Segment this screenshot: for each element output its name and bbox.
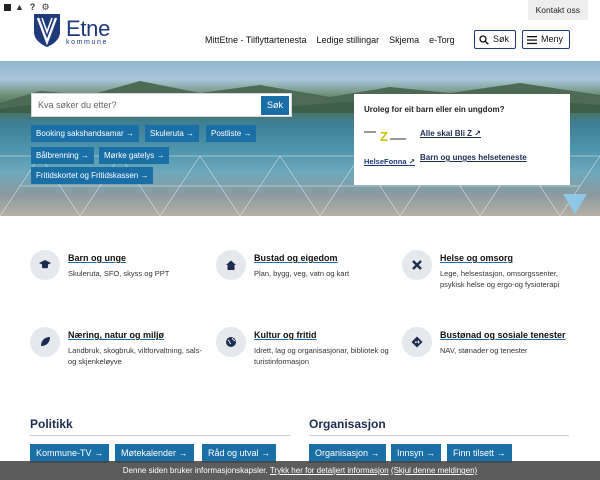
search-button[interactable]: Søk — [474, 30, 517, 49]
service-title[interactable]: Kultur og fritid — [254, 330, 317, 340]
brand-subtitle: kommune — [66, 39, 108, 46]
service-title[interactable]: Næring, natur og miljø — [68, 330, 164, 340]
help-icon[interactable]: ? — [28, 3, 37, 12]
accessibility-icon[interactable]: ▲ — [15, 3, 24, 12]
utility-icons: ▲ ? ⚙ — [4, 3, 50, 12]
coat-of-arms-icon[interactable] — [32, 12, 62, 48]
quick-link-postliste[interactable]: Postliste → — [206, 125, 257, 142]
hero-banner: Søk Booking sakshandsamar → Skuleruta → … — [0, 61, 600, 216]
service-title[interactable]: Bustad og eigedom — [254, 253, 338, 263]
service-desc: Skuleruta, SFO, skyss og PPT — [68, 269, 170, 278]
panel-title: Uroleg for eit barn eller ein ungdom? — [364, 105, 505, 114]
cookie-text: Denne siden bruker informasjonskapsler. — [122, 466, 268, 475]
service-title[interactable]: Helse og omsorg — [440, 253, 513, 263]
cookie-dismiss-link[interactable]: (Skjul denne meldingen) — [391, 466, 477, 475]
direction-icon — [402, 327, 432, 357]
service-desc: Idrett, lag og organisasjonar, bibliotek… — [254, 346, 389, 366]
main-nav: MittEtne - Tilflyttartenesta Ledige stil… — [205, 35, 455, 45]
house-icon — [216, 250, 246, 280]
contact-button[interactable]: Kontakt oss — [527, 0, 588, 20]
svg-text:Z: Z — [380, 129, 388, 143]
nav-item-stillingar[interactable]: Ledige stillingar — [317, 35, 380, 45]
nav-item-mittetne[interactable]: MittEtne - Tilflyttartenesta — [205, 35, 307, 45]
medical-icon — [402, 250, 432, 280]
nav-item-skjema[interactable]: Skjema — [389, 35, 419, 45]
search-button-label: Søk — [493, 34, 510, 44]
external-link-icon: ↗ — [474, 129, 481, 138]
search-submit-button[interactable]: Søk — [261, 96, 289, 115]
link-barn-helseteneste[interactable]: Barn og unges helseteneste — [420, 153, 527, 162]
link-bli-z[interactable]: Alle skal Bli Z ↗ — [420, 129, 481, 138]
menu-button-label: Meny — [541, 34, 564, 44]
service-desc: NAV, stønader og tenester — [440, 346, 528, 355]
service-desc: Lege, helsestasjon, omsorgssenter, psyki… — [440, 269, 560, 289]
settings-icon[interactable]: ⚙ — [41, 3, 50, 12]
graduation-cap-icon — [30, 250, 60, 280]
quick-link-skuleruta[interactable]: Skuleruta → — [145, 125, 200, 142]
service-desc: Landbruk, skogbruk, viltforvaltning, sal… — [68, 346, 202, 366]
cookie-banner: Denne siden bruker informasjonskapsler. … — [0, 461, 600, 480]
quick-link-fritidskortet[interactable]: Fritidskortet og Fritidskassen → — [31, 167, 154, 184]
menu-button[interactable]: Meny — [522, 30, 571, 49]
nav-item-etorg[interactable]: e-Torg — [429, 35, 455, 45]
service-title[interactable]: Bustønad og sosiale tenester — [440, 330, 566, 340]
politikk-divider — [30, 435, 290, 436]
cookie-info-link[interactable]: Trykk her for detaljert informasjon — [270, 466, 389, 475]
organisasjon-divider — [309, 435, 569, 436]
organisasjon-heading: Organisasjon — [309, 417, 386, 431]
search-icon — [479, 34, 489, 45]
service-desc: Plan, bygg, veg, vatn og kart — [254, 269, 350, 278]
service-title[interactable]: Barn og unge — [68, 253, 126, 263]
search-input[interactable] — [32, 94, 256, 116]
external-link-icon: ↗ — [408, 157, 415, 166]
quick-link-booking[interactable]: Booking sakshandsamar → — [31, 125, 139, 142]
leaf-icon — [30, 327, 60, 357]
quick-link-balbrenning[interactable]: Bålbrenning → — [31, 147, 94, 164]
bli-z-logo: Z — [364, 129, 406, 143]
quick-link-gatelys[interactable]: Mørke gatelys → — [99, 147, 170, 164]
politikk-heading: Politikk — [30, 417, 73, 431]
link-bli-z-label: Alle skal Bli Z — [420, 129, 473, 138]
hero-search: Søk — [31, 93, 292, 117]
decorative-triangle — [563, 194, 587, 214]
globe-icon — [216, 327, 246, 357]
hamburger-icon — [527, 35, 537, 44]
square-icon[interactable] — [4, 4, 11, 11]
info-panel: Uroleg for eit barn eller ein ungdom? Z … — [354, 94, 570, 185]
helsefonna-link[interactable]: HelseFonna ↗ — [364, 157, 415, 166]
helsefonna-logo: HelseFonna — [364, 157, 407, 166]
